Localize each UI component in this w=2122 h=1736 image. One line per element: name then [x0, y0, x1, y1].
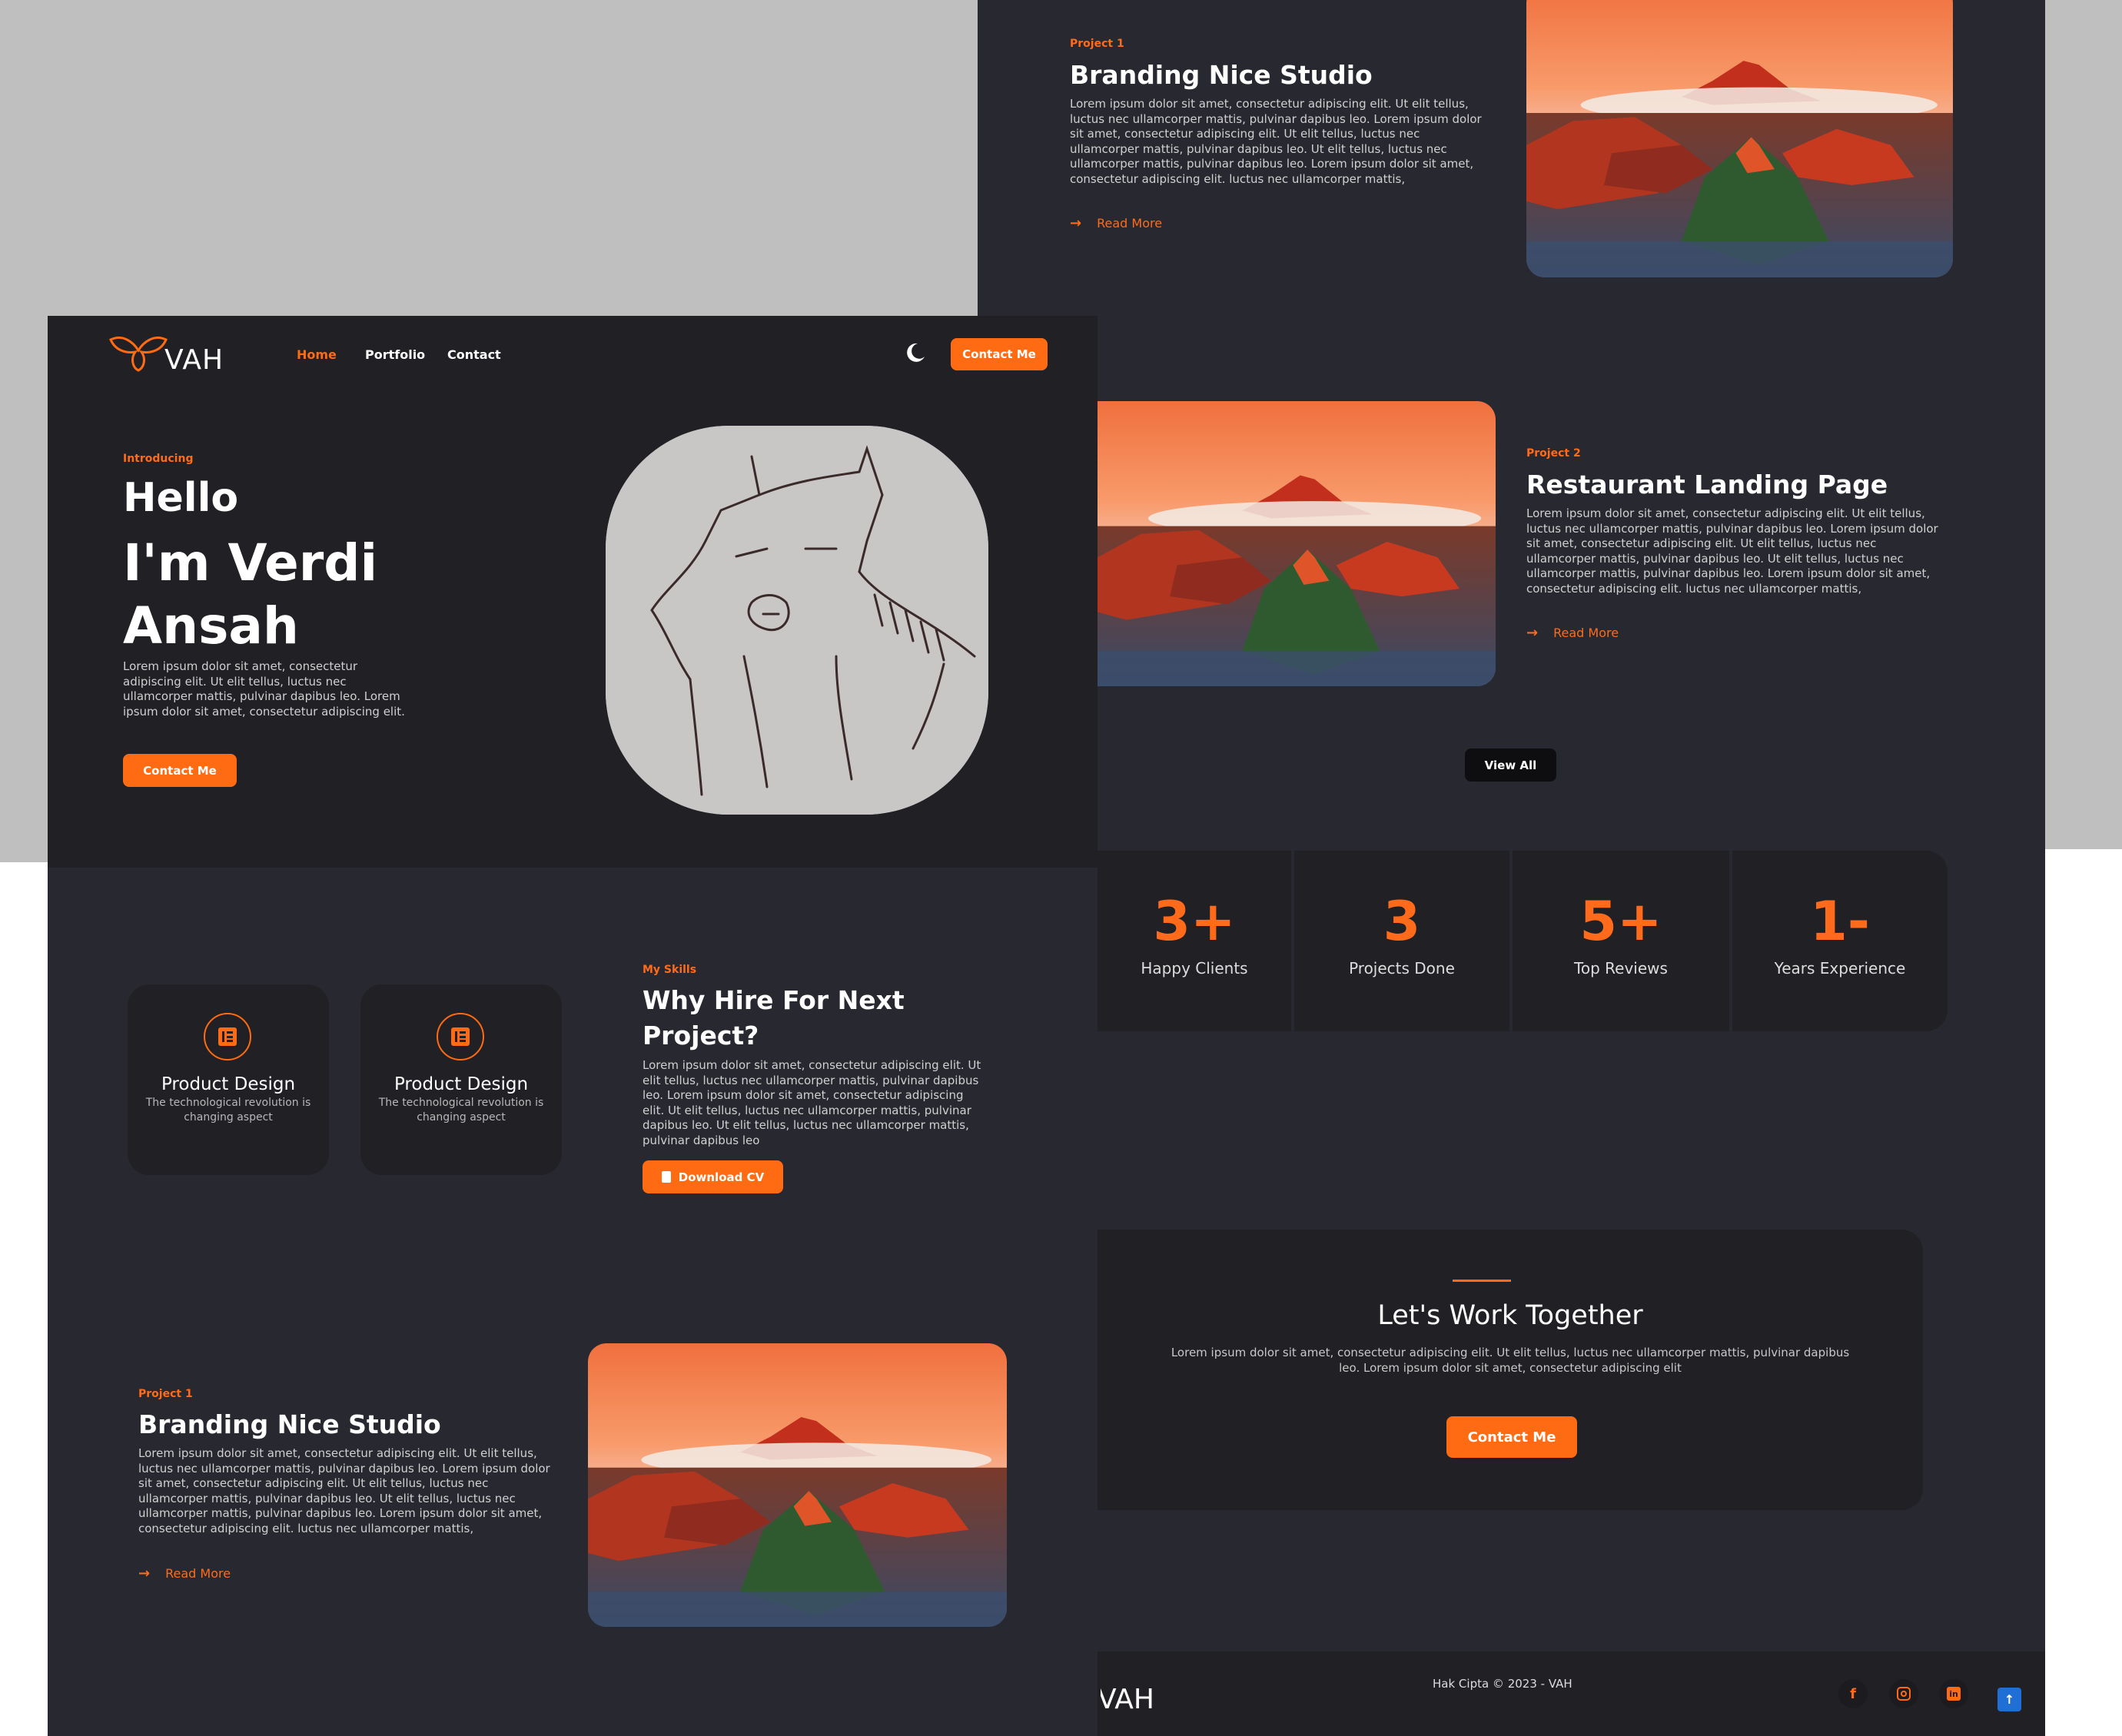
project-eyebrow: Project 1 [1070, 38, 1124, 50]
stat-value: 3+ [1153, 890, 1236, 953]
stat-value: 3 [1383, 890, 1421, 953]
download-cv-button[interactable]: Download CV [643, 1160, 783, 1193]
hero-name-line1: I'm Verdi [123, 533, 378, 592]
hero-hello: Hello [123, 475, 239, 521]
skills-eyebrow: My Skills [643, 964, 697, 976]
logo-icon[interactable] [108, 332, 168, 375]
logo-text[interactable]: VAH [164, 344, 224, 376]
read-more-label: Read More [1553, 626, 1619, 640]
project-title: Branding Nice Studio [1070, 60, 1373, 90]
file-icon [661, 1171, 671, 1183]
project-title: Branding Nice Studio [138, 1409, 441, 1439]
skills-title-line2: Project? [643, 1021, 759, 1051]
download-cv-label: Download CV [678, 1170, 765, 1184]
cta-title: Let's Work Together [1377, 1300, 1643, 1331]
facebook-icon[interactable]: f [1838, 1679, 1868, 1708]
view-all-button[interactable]: View All [1465, 749, 1556, 782]
arrow-right-icon: → [1070, 215, 1082, 231]
nav-contact-button[interactable]: Contact Me [951, 338, 1048, 370]
nav-portfolio[interactable]: Portfolio [365, 347, 425, 362]
stat-label: Projects Done [1349, 959, 1455, 978]
hero-portrait-image [606, 426, 988, 815]
project-eyebrow: Project 2 [1526, 447, 1581, 460]
read-more-label: Read More [165, 1566, 231, 1581]
stat-label: Happy Clients [1141, 959, 1248, 978]
read-more-link[interactable]: → Read More [1526, 625, 1619, 641]
elementor-icon [437, 1013, 484, 1061]
instagram-icon[interactable] [1889, 1679, 1918, 1708]
read-more-link[interactable]: → Read More [138, 1565, 231, 1582]
cta-contact-button[interactable]: Contact Me [1446, 1416, 1577, 1458]
skills-title-line1: Why Hire For Next [643, 985, 905, 1015]
linkedin-icon[interactable]: in [1939, 1679, 1968, 1708]
stat-value: 5+ [1579, 890, 1662, 953]
hero-name-line2: Ansah [123, 596, 299, 656]
project-title: Restaurant Landing Page [1526, 470, 1888, 500]
skill-card-text: The technological revolution is changing… [145, 1097, 311, 1124]
footer-copyright: Hak Cipta © 2023 - VAH [1433, 1677, 1572, 1691]
project-image [588, 1343, 1007, 1627]
skill-card-title: Product Design [161, 1074, 296, 1094]
project-image [1526, 0, 1953, 277]
arrow-right-icon: → [1526, 625, 1539, 641]
skill-card-title: Product Design [394, 1074, 529, 1094]
hero-contact-button[interactable]: Contact Me [123, 754, 237, 787]
nav-home[interactable]: Home [297, 347, 337, 362]
footer-logo-text[interactable]: VAH [1101, 1684, 1154, 1716]
stat-value: 1- [1810, 890, 1870, 953]
cta-divider [1453, 1280, 1511, 1282]
project-description: Lorem ipsum dolor sit amet, consectetur … [1070, 97, 1482, 186]
nav-contact[interactable]: Contact [447, 347, 501, 362]
stat-label: Years Experience [1774, 959, 1906, 978]
skills-description: Lorem ipsum dolor sit amet, consectetur … [643, 1058, 981, 1147]
project-description: Lorem ipsum dolor sit amet, consectetur … [138, 1446, 550, 1535]
arrow-up-icon[interactable]: ↑ [1997, 1688, 2021, 1711]
hero-eyebrow: Introducing [123, 453, 194, 465]
project-image [1098, 401, 1496, 686]
cta-description: Lorem ipsum dolor sit amet, consectetur … [1171, 1346, 1850, 1375]
hero-description: Lorem ipsum dolor sit amet, consectetur … [123, 659, 405, 719]
project-eyebrow: Project 1 [138, 1388, 193, 1400]
arrow-right-icon: → [138, 1565, 151, 1582]
read-more-link[interactable]: → Read More [1070, 215, 1162, 231]
stat-label: Top Reviews [1574, 959, 1668, 978]
read-more-label: Read More [1097, 216, 1163, 231]
project-description: Lorem ipsum dolor sit amet, consectetur … [1526, 506, 1938, 596]
skill-card-text: The technological revolution is changing… [378, 1097, 544, 1124]
moon-icon[interactable] [904, 341, 927, 364]
elementor-icon [204, 1013, 251, 1061]
